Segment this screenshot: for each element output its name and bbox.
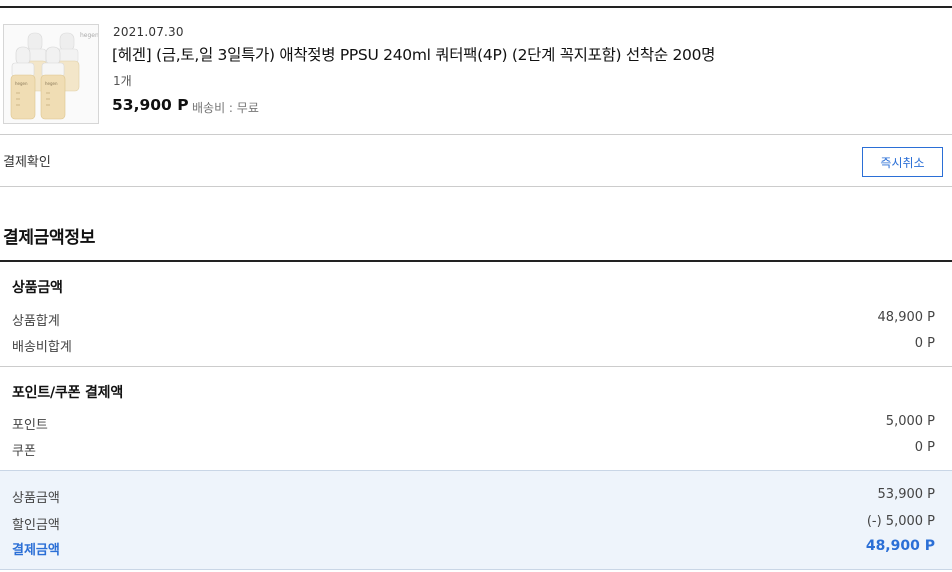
thumbnail-brand: hegen bbox=[45, 81, 58, 86]
instant-cancel-button[interactable]: 즉시취소 bbox=[862, 147, 943, 177]
shipping-fee: 배송비 : 무료 bbox=[192, 101, 259, 115]
order-status-row: 결제확인 즉시취소 bbox=[0, 135, 952, 186]
product-title-link[interactable]: [헤겐] (금,토,일 3일특가) 애착젖병 PPSU 240ml 쿼터팩(4P… bbox=[112, 43, 715, 65]
subtotal-label: 상품합계 bbox=[12, 314, 60, 329]
point-value: 5,000 P bbox=[885, 414, 935, 429]
payment-summary-box: 상품금액 53,900 P 할인금액 (-) 5,000 P 결제금액 48,9… bbox=[0, 470, 952, 570]
total-payment-label: 결제금액 bbox=[12, 543, 60, 558]
payment-status: 결제확인 bbox=[3, 155, 51, 170]
coupon-label: 쿠폰 bbox=[12, 444, 36, 459]
product-quantity: 1개 bbox=[113, 74, 132, 88]
point-label: 포인트 bbox=[12, 418, 48, 433]
shipping-total-label: 배송비합계 bbox=[12, 340, 72, 355]
order-date: 2021.07.30 bbox=[113, 25, 184, 39]
coupon-value: 0 P bbox=[914, 440, 935, 455]
point-coupon-heading: 포인트/쿠폰 결제액 bbox=[12, 385, 124, 401]
divider bbox=[0, 366, 952, 367]
summary-product-amount-label: 상품금액 bbox=[12, 491, 60, 506]
subtotal-value: 48,900 P bbox=[877, 310, 935, 325]
summary-product-amount-value: 53,900 P bbox=[877, 487, 935, 502]
thumbnail-brand: hegen bbox=[15, 81, 28, 86]
discount-amount-label: 할인금액 bbox=[12, 518, 60, 533]
thumbnail-brand: hegen bbox=[80, 32, 99, 39]
divider bbox=[0, 186, 952, 187]
baby-bottle-image: hegen hegen hegen bbox=[4, 25, 99, 123]
total-payment-value: 48,900 P bbox=[865, 538, 935, 554]
shipping-total-value: 0 P bbox=[914, 336, 935, 351]
payment-info-title: 결제금액정보 bbox=[3, 228, 96, 248]
section-divider bbox=[0, 260, 952, 262]
product-thumbnail[interactable]: hegen hegen hegen bbox=[3, 24, 99, 124]
product-price: 53,900 P bbox=[112, 96, 189, 114]
discount-amount-value: (-) 5,000 P bbox=[866, 514, 935, 529]
order-item: hegen hegen hegen 2021.07.30 [헤겐] (금,토,일… bbox=[0, 8, 952, 134]
product-amount-heading: 상품금액 bbox=[12, 280, 63, 296]
